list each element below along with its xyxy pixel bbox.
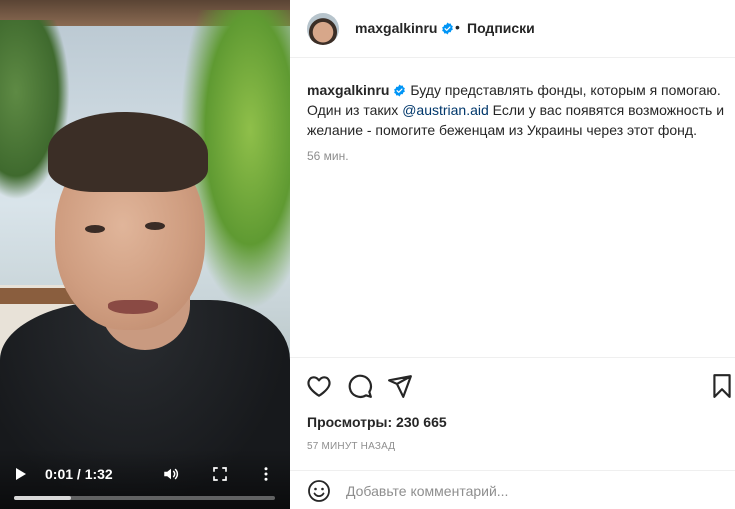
volume-icon[interactable]: [162, 465, 180, 483]
play-icon[interactable]: [16, 468, 26, 480]
caption-timestamp: 56 мин.: [307, 149, 349, 163]
video-progress-bar[interactable]: [14, 496, 275, 500]
post-caption: maxgalkinru Буду представлять фонды, кот…: [307, 80, 725, 140]
emoji-icon[interactable]: [307, 479, 331, 503]
views-count[interactable]: Просмотры: 230 665: [307, 414, 447, 430]
caption-username[interactable]: maxgalkinru: [307, 82, 389, 98]
fullscreen-icon[interactable]: [211, 465, 229, 483]
header-separator: •: [455, 19, 460, 35]
video-time: 0:01 / 1:32: [45, 466, 113, 482]
more-vertical-icon[interactable]: [257, 465, 275, 483]
avatar[interactable]: [307, 13, 339, 45]
caption-mention-link[interactable]: @austrian.aid: [402, 102, 489, 118]
header-username[interactable]: maxgalkinru: [355, 20, 454, 36]
post-actions: Просмотры: 230 665 57 МИНУТ НАЗАД: [290, 357, 735, 509]
comment-bar: [290, 470, 735, 509]
verified-badge-icon: [442, 22, 454, 35]
bookmark-icon[interactable]: [711, 373, 733, 399]
share-icon[interactable]: [387, 373, 413, 399]
comment-input[interactable]: [346, 479, 716, 503]
post-header: maxgalkinru • Подписки: [290, 0, 735, 58]
verified-badge-icon: [394, 84, 406, 97]
heart-icon[interactable]: [306, 373, 332, 399]
post-panel: maxgalkinru • Подписки maxgalkinru Буду …: [290, 0, 735, 509]
post-timestamp: 57 МИНУТ НАЗАД: [307, 441, 396, 452]
video-player[interactable]: 0:01 / 1:32: [0, 0, 290, 509]
following-button[interactable]: Подписки: [467, 20, 535, 36]
video-progress-fill: [14, 496, 72, 500]
comment-icon[interactable]: [347, 373, 373, 399]
video-frame: [0, 0, 290, 509]
video-controls: 0:01 / 1:32: [0, 449, 290, 509]
